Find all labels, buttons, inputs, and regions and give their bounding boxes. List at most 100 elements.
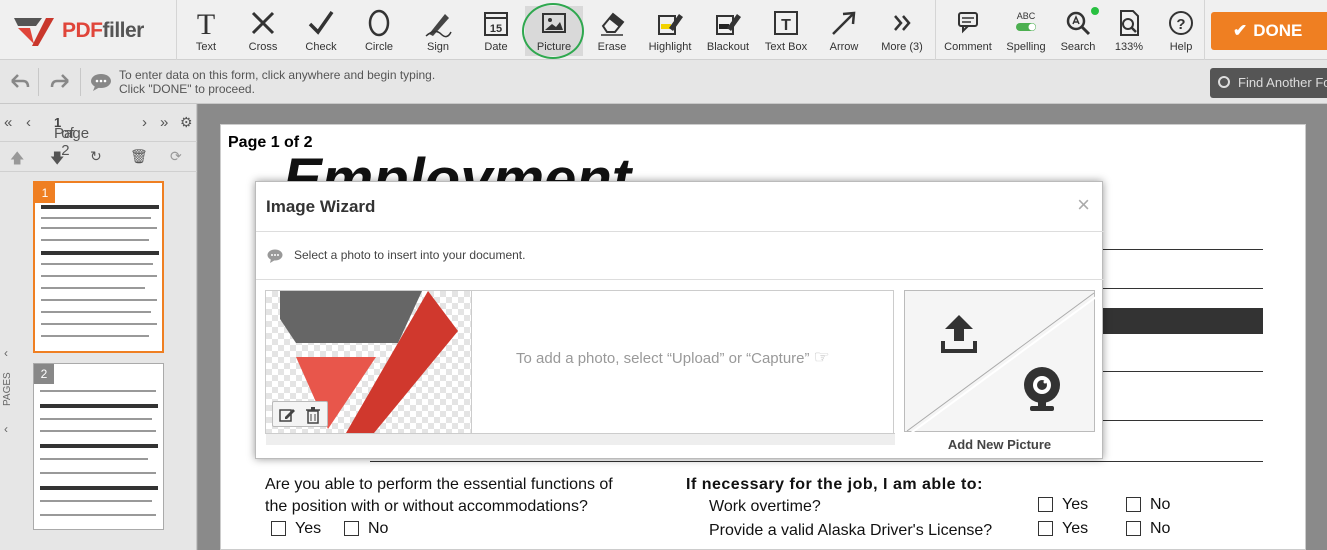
- dialog-instruction: Select a photo to insert into your docum…: [294, 248, 526, 262]
- divider: [38, 68, 39, 96]
- tool-blackout[interactable]: Blackout: [699, 6, 757, 56]
- arrow-icon: [832, 11, 856, 35]
- section-heading: If necessary for the job, I am able to:: [686, 476, 983, 493]
- photo-actions: [272, 401, 328, 427]
- pdffiller-logo[interactable]: PDFfiller: [12, 14, 162, 48]
- instruction-line-1: To enter data on this form, click anywhe…: [119, 68, 436, 82]
- pages-sidebar: « ‹ Page 1 of 2 › » ⚙ 🡅 🡇 ↻ 🗑 ⟳ ‹ PAGES …: [0, 104, 197, 550]
- pages-tab-label: PAGES: [2, 372, 13, 406]
- tool-label: Text: [195, 41, 217, 53]
- tool-text[interactable]: T Text: [177, 6, 235, 56]
- form-line: [370, 461, 1263, 462]
- tool-zoom[interactable]: 133%: [1100, 6, 1158, 56]
- dialog-subheader: Select a photo to insert into your docum…: [256, 232, 1104, 280]
- option-label: Yes: [295, 520, 322, 537]
- tool-label: Circle: [364, 41, 394, 53]
- tool-label: Highlight: [648, 41, 692, 53]
- question-text: Work overtime?: [709, 498, 821, 515]
- webcam-capture-icon[interactable]: [1019, 365, 1065, 413]
- close-icon[interactable]: ×: [1077, 194, 1090, 216]
- image-wizard-dialog: Image Wizard × Select a photo to insert …: [255, 181, 1104, 459]
- rotate-icon[interactable]: ↻: [90, 148, 102, 165]
- prev-page-icon[interactable]: ‹: [26, 114, 31, 131]
- tool-label: Blackout: [706, 41, 750, 53]
- first-page-icon[interactable]: «: [4, 114, 12, 131]
- done-button[interactable]: ✔ DONE: [1211, 12, 1327, 50]
- tool-search[interactable]: Search: [1049, 6, 1107, 56]
- question-text: Provide a valid Alaska Driver's License?: [709, 522, 993, 539]
- upload-icon[interactable]: [939, 313, 979, 355]
- option-label: Yes: [1062, 496, 1089, 513]
- form-line: [1103, 371, 1263, 372]
- page-navigator: « ‹ Page 1 of 2 › » ⚙: [0, 104, 197, 159]
- dialog-header: Image Wizard ×: [256, 182, 1104, 232]
- thumbnail-number: 1: [35, 183, 55, 203]
- svg-text:ABC: ABC: [1017, 11, 1036, 21]
- collapse-icon: ‹: [4, 346, 8, 360]
- comment-icon: [958, 12, 978, 34]
- overtime-yes-checkbox[interactable]: [1038, 497, 1053, 512]
- q1-yes-checkbox[interactable]: [271, 521, 286, 536]
- upload-hint: To add a photo, select “Upload” or “Capt…: [516, 347, 830, 368]
- pages-tab[interactable]: ‹ PAGES ‹: [0, 344, 18, 444]
- zoom-level: 133%: [1114, 41, 1144, 53]
- photo-thumbnail[interactable]: [266, 291, 472, 433]
- edit-icon[interactable]: [278, 406, 296, 424]
- undo-icon[interactable]: [8, 71, 30, 93]
- next-page-icon[interactable]: ›: [142, 114, 147, 131]
- refresh-icon[interactable]: ⟳: [170, 148, 182, 165]
- tool-cross[interactable]: Cross: [234, 6, 292, 56]
- license-yes-checkbox[interactable]: [1038, 521, 1053, 536]
- settings-gear-icon[interactable]: ⚙: [180, 114, 193, 131]
- tool-spelling[interactable]: ABC Spelling: [997, 6, 1055, 56]
- option-label: Yes: [1062, 520, 1089, 537]
- sign-icon: [425, 14, 452, 38]
- instruction-text: To enter data on this form, click anywhe…: [119, 68, 435, 96]
- last-page-icon[interactable]: »: [160, 114, 168, 131]
- license-no-checkbox[interactable]: [1126, 521, 1141, 536]
- search-icon: [1218, 76, 1230, 88]
- question-text: the position with or without accommodati…: [265, 498, 588, 515]
- tool-text-box[interactable]: T Text Box: [757, 6, 815, 56]
- horizontal-scrollbar[interactable]: [266, 433, 895, 445]
- add-new-picture-label[interactable]: Add New Picture: [904, 437, 1095, 452]
- delete-page-icon[interactable]: 🗑: [130, 148, 148, 165]
- tool-label: Check: [305, 41, 337, 53]
- page-indicator[interactable]: Page 1 of 2: [54, 115, 89, 159]
- tool-more[interactable]: More (3): [873, 6, 931, 56]
- option-label: No: [1150, 496, 1171, 513]
- tool-highlight[interactable]: Highlight: [641, 6, 699, 56]
- speech-bubble-icon: [91, 74, 111, 91]
- text-icon: T: [197, 8, 215, 38]
- form-line: [1103, 249, 1263, 250]
- find-another-form-button[interactable]: Find Another Fo: [1210, 68, 1327, 98]
- tool-comment[interactable]: Comment: [939, 6, 997, 56]
- circle-icon: [368, 9, 390, 37]
- tool-sign[interactable]: Sign: [409, 6, 467, 56]
- tool-help[interactable]: ? Help: [1152, 6, 1210, 56]
- tool-check[interactable]: Check: [292, 6, 350, 56]
- redo-icon[interactable]: [50, 71, 72, 93]
- collapse-icon: ‹: [4, 422, 8, 436]
- trash-icon[interactable]: [304, 406, 322, 424]
- help-icon: ?: [1169, 11, 1193, 35]
- move-up-icon[interactable]: 🡅: [10, 148, 24, 172]
- toolbar-divider: [1204, 0, 1205, 60]
- tool-circle[interactable]: Circle: [350, 6, 408, 56]
- page-thumbnail[interactable]: 2: [33, 363, 164, 530]
- photo-gallery: To add a photo, select “Upload” or “Capt…: [265, 290, 895, 445]
- tool-date[interactable]: 15 Date: [467, 6, 525, 56]
- tool-label: Text Box: [764, 41, 808, 53]
- instruction-line-2: Click "DONE" to proceed.: [119, 82, 255, 96]
- form-section-bar: [1103, 308, 1263, 334]
- q1-no-checkbox[interactable]: [344, 521, 359, 536]
- tool-erase[interactable]: Erase: [583, 6, 641, 56]
- upload-capture-divider: [906, 292, 1096, 433]
- tool-arrow[interactable]: Arrow: [815, 6, 873, 56]
- overtime-no-checkbox[interactable]: [1126, 497, 1141, 512]
- page-thumbnail[interactable]: 1: [33, 181, 164, 353]
- tool-label: Erase: [597, 41, 627, 53]
- logo-mark-icon: [14, 18, 54, 46]
- tool-label: Search: [1060, 41, 1096, 53]
- move-down-icon[interactable]: 🡇: [50, 148, 64, 172]
